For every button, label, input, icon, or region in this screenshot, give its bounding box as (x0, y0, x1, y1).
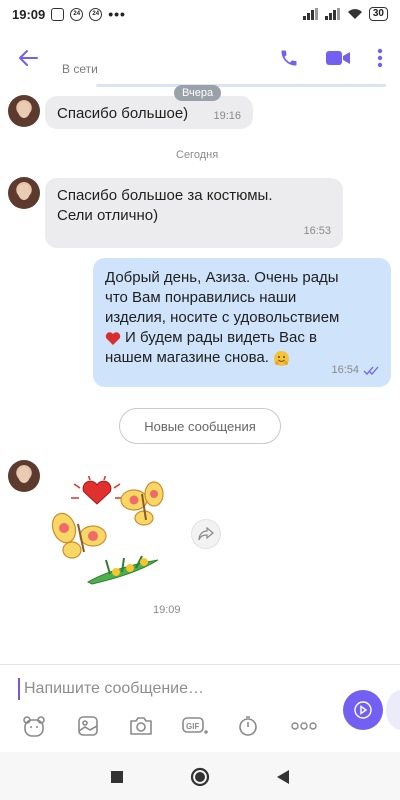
message-text-line: Добрый день, Азиза. Очень рады (105, 269, 339, 286)
hugging-emoji-icon (273, 350, 289, 366)
header-divider (96, 84, 386, 87)
camera-icon (130, 717, 152, 735)
message-time: 19:09 (153, 604, 181, 616)
kebab-menu-icon (377, 48, 383, 68)
signal-icon (302, 8, 318, 20)
send-icon (354, 701, 372, 719)
message-text: Спасибо большое) (57, 105, 189, 122)
camera-button[interactable] (127, 712, 155, 740)
message-text-line: И будем рады видеть Вас в (125, 329, 317, 346)
message-time: 16:53 (303, 225, 331, 237)
triangle-back-icon (277, 770, 289, 784)
send-button-shadow (386, 690, 400, 730)
message-text-line: что Вам понравились наши (105, 289, 297, 306)
home-button[interactable] (189, 766, 211, 788)
status-bar: 19:09 24 24 ••• 30 (0, 0, 400, 28)
back-nav-button[interactable] (272, 766, 294, 788)
video-call-button[interactable] (324, 44, 352, 72)
gallery-button[interactable] (74, 712, 102, 740)
back-arrow-icon (19, 50, 38, 66)
gif-button[interactable]: GIF (181, 712, 209, 740)
system-navigation-bar (0, 752, 400, 800)
contact-avatar[interactable] (8, 460, 40, 492)
call-button[interactable] (275, 44, 303, 72)
status-time: 19:09 (12, 6, 46, 22)
more-dots-icon (291, 722, 317, 730)
heart-emoji-icon (105, 331, 121, 345)
incoming-message[interactable]: Спасибо большое за костюмы. Сели отлично… (45, 178, 343, 248)
notification-24-icon-2: 24 (89, 7, 103, 21)
gallery-icon (78, 716, 98, 736)
more-options-button[interactable] (290, 712, 318, 740)
square-icon (111, 771, 123, 783)
date-badge: Вчера (174, 85, 222, 101)
message-text-line: нашем магазине снова. (105, 349, 269, 366)
message-text-line: Спасибо большое за костюмы. (57, 187, 273, 204)
back-button[interactable] (14, 44, 42, 72)
timer-icon (239, 716, 257, 736)
gif-icon: GIF (182, 717, 208, 734)
message-time: 16:54 (331, 364, 359, 376)
contact-status: В сети (62, 62, 98, 76)
contact-avatar[interactable] (8, 95, 40, 127)
video-camera-icon (326, 51, 350, 65)
home-circle-icon (190, 767, 210, 787)
message-text-line: Сели отлично) (57, 207, 159, 224)
sticker-button[interactable] (20, 712, 48, 740)
send-button[interactable] (343, 690, 383, 730)
outgoing-message[interactable]: Добрый день, Азиза. Очень рады что Вам п… (93, 258, 391, 387)
date-divider: Сегодня (176, 149, 219, 161)
signal-icon-2 (324, 8, 340, 20)
composer-divider (0, 664, 400, 665)
read-checkmarks-icon (363, 366, 379, 375)
incoming-message[interactable]: Спасибо большое) 19:16 (45, 96, 253, 129)
wifi-icon (347, 9, 362, 19)
battery-indicator: 30 (368, 7, 388, 21)
message-time: 19:16 (213, 110, 241, 122)
chat-header: В сети (0, 28, 400, 90)
message-input[interactable]: Напишите сообщение… (18, 678, 318, 700)
svg-text:GIF: GIF (186, 722, 199, 731)
forward-share-icon (198, 527, 214, 541)
notification-24-icon: 24 (70, 7, 84, 21)
more-notifications-icon: ••• (108, 6, 126, 22)
recents-button[interactable] (106, 766, 128, 788)
bear-sticker-icon (23, 716, 45, 737)
new-messages-divider[interactable]: Новые сообщения (119, 408, 281, 444)
more-menu-button[interactable] (366, 44, 394, 72)
timer-button[interactable] (234, 712, 262, 740)
butterflies-sticker[interactable] (50, 476, 178, 588)
share-button[interactable] (191, 519, 221, 549)
instagram-icon (51, 7, 65, 21)
phone-icon (281, 50, 297, 66)
contact-avatar[interactable] (8, 177, 40, 209)
message-text-line: изделия, носите с удовольствием (105, 309, 340, 326)
